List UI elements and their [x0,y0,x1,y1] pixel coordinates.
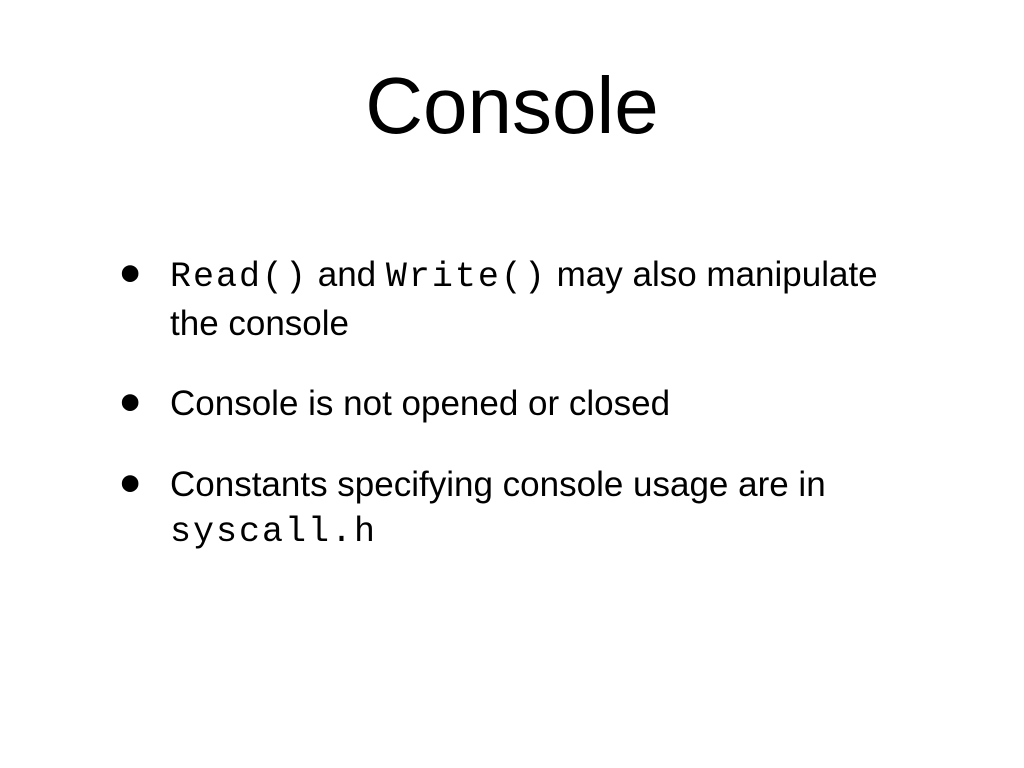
bullet-item: Constants specifying console usage are i… [120,462,924,556]
code-text: syscall.h [170,512,377,552]
code-text: Read() [170,257,308,297]
bullet-item: Console is not opened or closed [120,381,924,427]
body-text: Constants specifying console usage are i… [170,465,826,504]
slide: Console Read() and Write() may also mani… [0,0,1024,768]
bullet-list: Read() and Write() may also manipulate t… [100,252,924,556]
body-text: Console is not opened or closed [170,384,670,423]
body-text: and [308,255,386,294]
bullet-item: Read() and Write() may also manipulate t… [120,252,924,346]
code-text: Write() [386,257,547,297]
slide-title: Console [100,60,924,152]
